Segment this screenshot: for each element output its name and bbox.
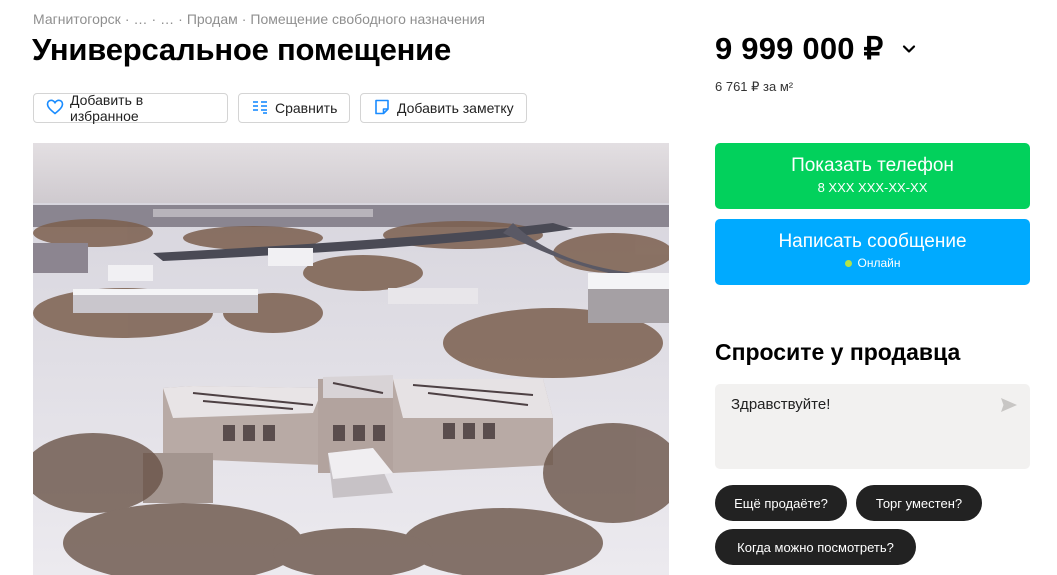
ask-seller-message-input[interactable]: Здравствуйте! <box>715 384 975 454</box>
show-phone-label: Показать телефон <box>791 155 954 176</box>
breadcrumb-city[interactable]: Магнитогорск <box>33 11 121 27</box>
breadcrumb-collapsed-1[interactable]: … <box>133 11 147 27</box>
send-icon[interactable] <box>1000 397 1018 418</box>
heart-icon <box>46 98 70 118</box>
write-message-label: Написать сообщение <box>778 231 967 252</box>
ask-seller-box: Здравствуйте! <box>715 384 1030 469</box>
page-title: Универсальное помещение <box>32 32 452 67</box>
quick-question-still-selling[interactable]: Ещё продаёте? <box>715 485 847 521</box>
online-dot <box>844 259 852 267</box>
note-icon <box>373 98 397 119</box>
chevron-down-icon[interactable] <box>901 41 917 57</box>
add-note-button[interactable]: Добавить заметку <box>360 93 527 123</box>
breadcrumb-separator: · <box>124 11 130 27</box>
show-phone-button[interactable]: Показать телефон 8 XXX XXX-XX-XX <box>715 143 1030 209</box>
online-status: Онлайн <box>715 256 1030 270</box>
compare-icon <box>251 99 275 118</box>
breadcrumb-separator: · <box>178 11 183 27</box>
breadcrumb-separator: · <box>241 11 247 27</box>
write-message-button[interactable]: Написать сообщение Онлайн <box>715 219 1030 285</box>
breadcrumb-sell[interactable]: Продам <box>187 11 238 27</box>
add-to-favorites-button[interactable]: Добавить в избранное <box>33 92 228 124</box>
add-to-favorites-label: Добавить в избранное <box>70 92 144 124</box>
ask-seller-title: Спросите у продавца <box>715 339 961 365</box>
breadcrumb: Магнитогорск ·… ·… · Продам · Помещение свобод… <box>33 11 485 27</box>
listing-actions: Добавить в избранное Сравнить Добавить з… <box>33 92 527 124</box>
breadcrumb-category[interactable]: Помещение свободного назначения <box>250 11 485 27</box>
compare-label: Сравнить <box>275 100 338 116</box>
online-label: Онлайн <box>857 256 901 270</box>
listing-photo[interactable] <box>33 143 669 575</box>
price: 9 999 000 ₽ <box>715 31 884 66</box>
quick-question-when-view[interactable]: Когда можно посмотреть? <box>715 529 916 565</box>
quick-question-bargain[interactable]: Торг уместен? <box>856 485 982 521</box>
phone-mask: 8 XXX XXX-XX-XX <box>817 180 928 195</box>
compare-button[interactable]: Сравнить <box>238 93 350 123</box>
breadcrumb-collapsed-2[interactable]: … <box>160 11 174 27</box>
add-note-label: Добавить заметку <box>397 100 514 116</box>
breadcrumb-separator: · <box>151 11 157 27</box>
price-per-m2: 6 761 ₽ за м² <box>715 79 794 94</box>
price-block: 9 999 000 ₽ <box>715 31 917 67</box>
